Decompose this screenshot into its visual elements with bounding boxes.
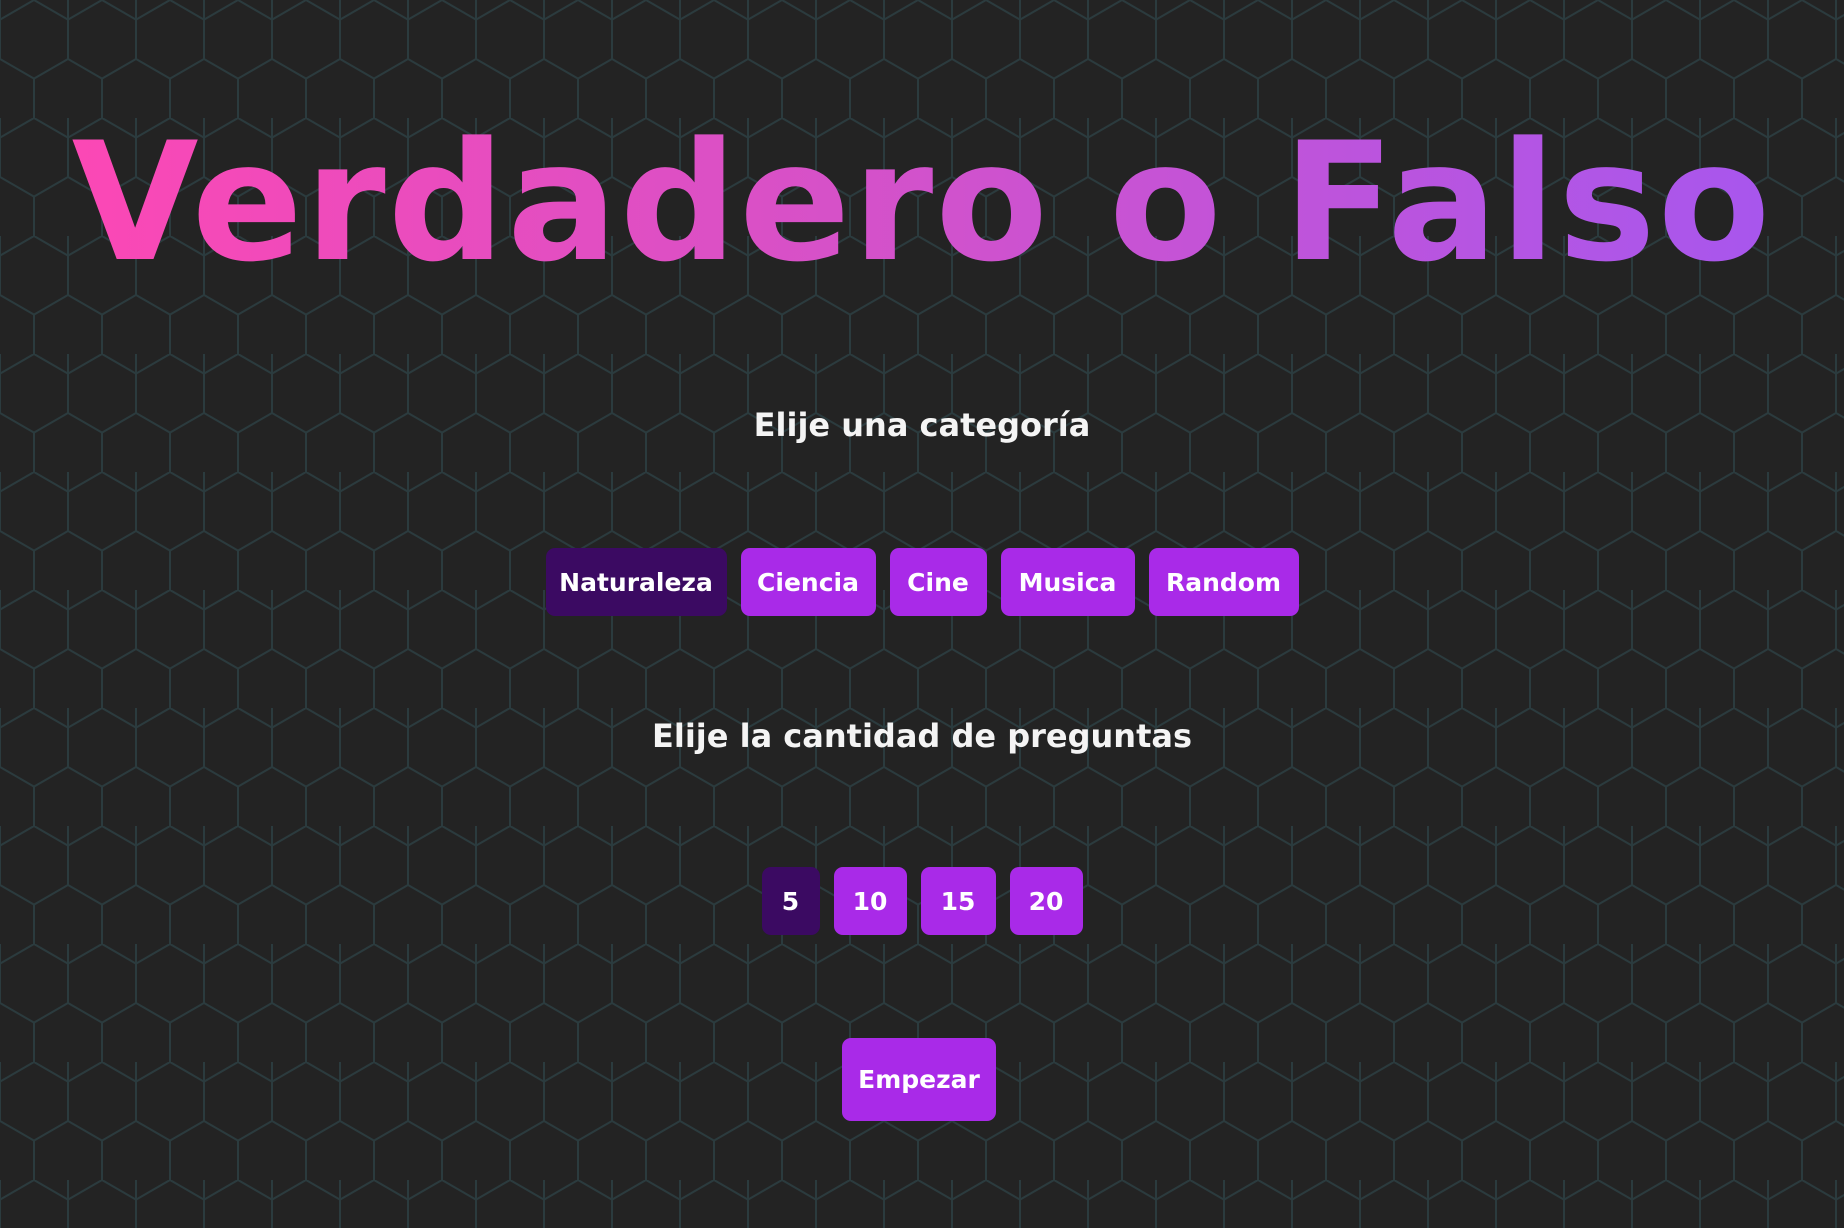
quiz-setup-page: Verdadero o Falso Elije una categoría Na… bbox=[0, 0, 1844, 1228]
question-count-button-20[interactable]: 20 bbox=[1009, 867, 1083, 935]
question-count-button-5[interactable]: 5 bbox=[761, 867, 820, 935]
question-count-button-15[interactable]: 15 bbox=[920, 867, 996, 935]
question-count-options: 5 10 15 20 bbox=[0, 867, 1844, 935]
category-button-naturaleza[interactable]: Naturaleza bbox=[545, 548, 727, 616]
page-title: Verdadero o Falso bbox=[0, 108, 1844, 298]
category-button-cine[interactable]: Cine bbox=[889, 548, 987, 616]
question-count-label: Elije la cantidad de preguntas bbox=[651, 717, 1192, 755]
category-button-ciencia[interactable]: Ciencia bbox=[740, 548, 876, 616]
category-label: Elije una categoría bbox=[753, 406, 1091, 444]
category-button-random[interactable]: Random bbox=[1148, 548, 1299, 616]
question-count-button-10[interactable]: 10 bbox=[833, 867, 907, 935]
category-options: Naturaleza Ciencia Cine Musica Random bbox=[0, 548, 1844, 616]
start-button[interactable]: Empezar bbox=[842, 1038, 996, 1121]
category-button-musica[interactable]: Musica bbox=[1000, 548, 1135, 616]
